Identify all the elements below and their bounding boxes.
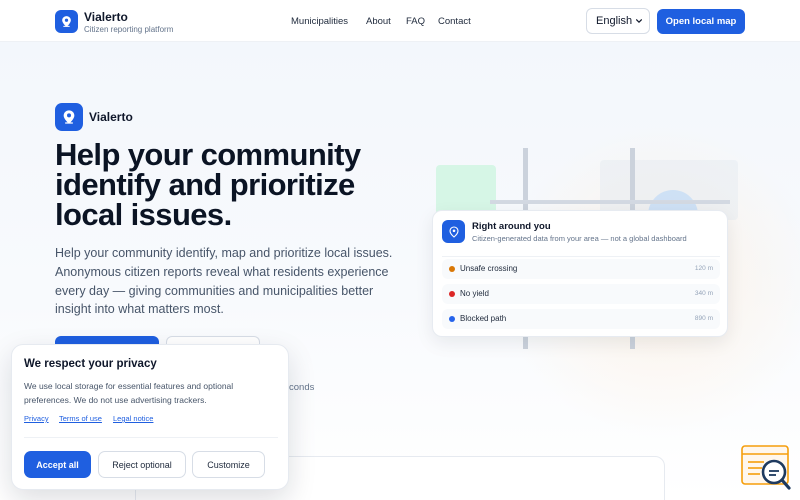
- nav-municipalities[interactable]: Municipalities: [291, 16, 348, 27]
- info-card-title: Right around you: [472, 221, 551, 232]
- issue-row[interactable]: Blocked path 890 m: [442, 309, 720, 329]
- issue-row[interactable]: Unsafe crossing 120 m: [442, 259, 720, 279]
- language-select[interactable]: English: [586, 8, 650, 34]
- accept-all-button[interactable]: Accept all: [24, 451, 91, 478]
- legal-notice-link[interactable]: Legal notice: [113, 414, 153, 423]
- cookie-description: We use local storage for essential featu…: [24, 381, 234, 405]
- issue-label: Unsafe crossing: [460, 264, 518, 273]
- privacy-link[interactable]: Privacy: [24, 414, 49, 423]
- cookie-consent-banner: We respect your privacy We use local sto…: [11, 344, 289, 490]
- location-pin-icon: [448, 225, 459, 238]
- customize-button[interactable]: Customize: [192, 451, 265, 478]
- chevron-down-icon: [636, 19, 642, 24]
- terms-of-use-link[interactable]: Terms of use: [59, 414, 102, 423]
- hero-description: Help your community identify, map and pr…: [55, 246, 393, 317]
- info-card-subtitle: Citizen-generated data from your area — …: [472, 234, 687, 243]
- brand-tagline: Citizen reporting platform: [84, 25, 174, 34]
- feedback-widget[interactable]: [740, 444, 792, 492]
- issue-label: Blocked path: [460, 314, 507, 323]
- map-road: [523, 337, 528, 349]
- hero-note: conds: [289, 382, 315, 393]
- issue-distance: 340 m: [694, 290, 713, 297]
- map-pin-icon: [63, 110, 75, 124]
- site-header: Vialerto Citizen reporting platform Muni…: [0, 0, 800, 42]
- issue-distance: 120 m: [694, 265, 713, 272]
- hero-brand-name: Vialerto: [89, 110, 133, 124]
- brand-name[interactable]: Vialerto: [84, 10, 128, 24]
- hero-brand-logo: [55, 103, 83, 131]
- nav-contact[interactable]: Contact: [438, 16, 471, 27]
- divider: [442, 256, 720, 257]
- hero-title: Help your community identify and priorit…: [55, 137, 361, 232]
- status-dot: [449, 266, 455, 272]
- reject-optional-button[interactable]: Reject optional: [98, 451, 186, 478]
- brand-logo[interactable]: [55, 10, 78, 33]
- map-road: [490, 200, 730, 204]
- language-value: English: [596, 15, 633, 27]
- status-dot: [449, 291, 455, 297]
- nav-faq[interactable]: FAQ: [406, 16, 425, 27]
- map-pin-icon: [62, 16, 71, 27]
- map-park-area: [436, 165, 496, 215]
- issue-row[interactable]: No yield 340 m: [442, 284, 720, 304]
- issue-distance: 890 m: [694, 315, 713, 322]
- chat-search-icon: [741, 445, 791, 490]
- info-card-icon: [442, 220, 465, 243]
- cookie-title: We respect your privacy: [24, 358, 157, 370]
- nav-about[interactable]: About: [366, 16, 391, 27]
- divider: [24, 437, 278, 438]
- issue-label: No yield: [460, 289, 489, 298]
- map-road: [630, 337, 635, 349]
- open-local-map-button[interactable]: Open local map: [657, 9, 745, 34]
- status-dot: [449, 316, 455, 322]
- nearby-issues-card: Right around you Citizen-generated data …: [432, 210, 728, 337]
